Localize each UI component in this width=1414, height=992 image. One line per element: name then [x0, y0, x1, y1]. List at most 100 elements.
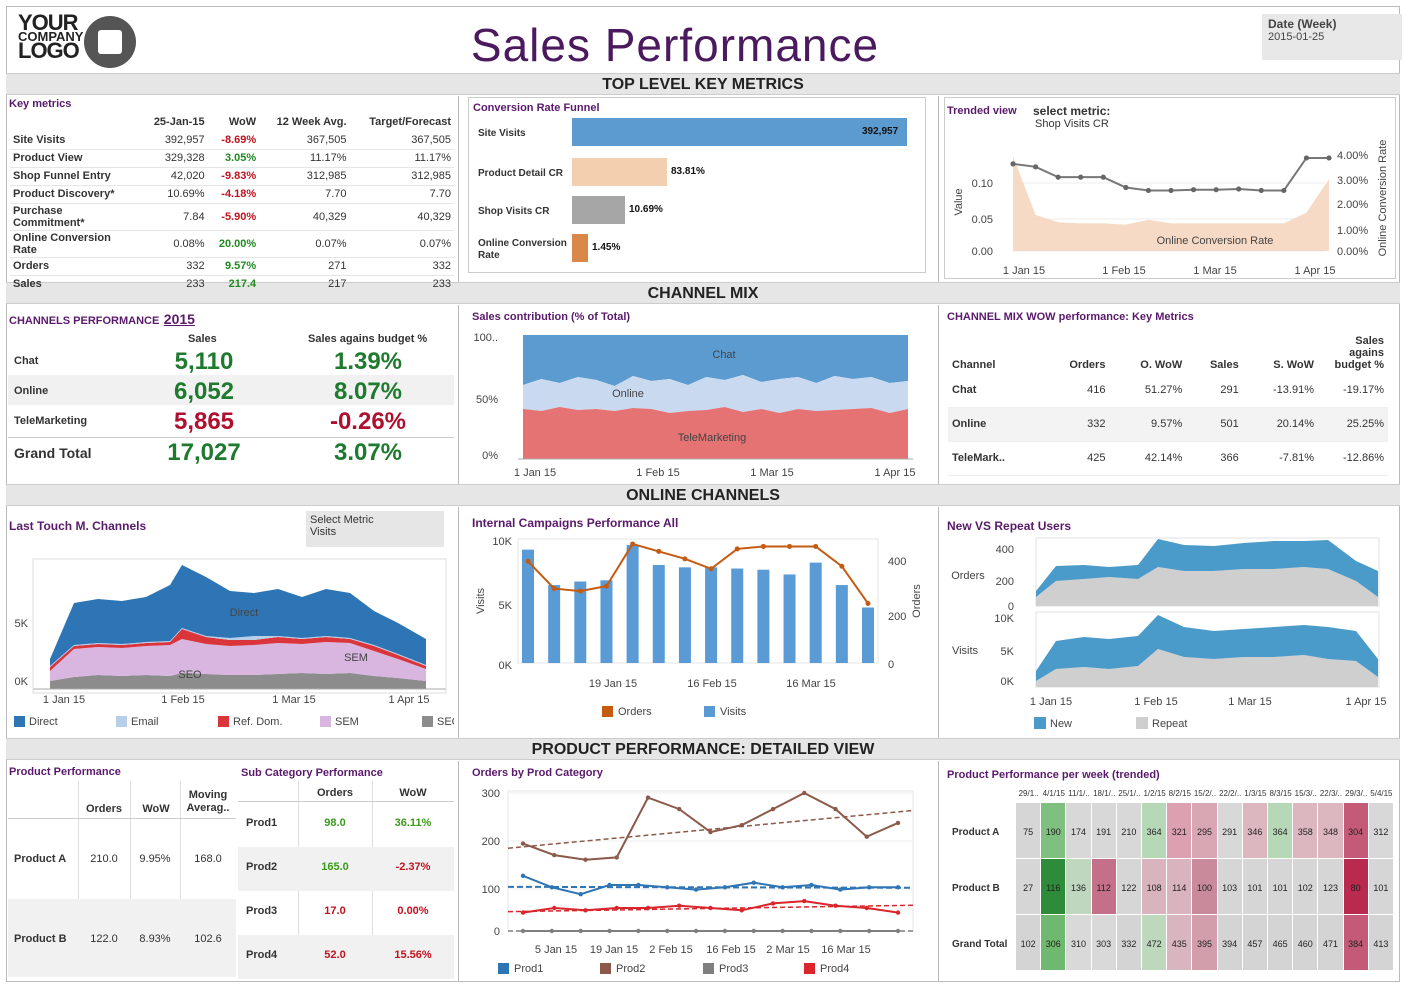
subcat-orders: 98.0	[324, 817, 346, 829]
data-point	[787, 543, 793, 549]
y2-tick-label: 2.00%	[1337, 199, 1368, 211]
data-point	[802, 790, 807, 796]
heatmap-cell: 112	[1091, 859, 1117, 915]
legend-swatch	[1034, 717, 1046, 729]
date-filter-value[interactable]: 2015-01-25	[1268, 31, 1396, 43]
heatmap-value: 304	[1348, 827, 1364, 837]
channel-name: Online	[948, 407, 1042, 442]
heatmap-value: 122	[1121, 883, 1137, 893]
heatmap-value: 174	[1070, 827, 1086, 837]
metric-name: Orders	[10, 257, 140, 276]
data-point	[1010, 161, 1016, 167]
metric-avg: 217	[259, 275, 350, 294]
key-metric-row: Orders 332 9.57% 271 332	[10, 257, 454, 276]
data-point	[1258, 187, 1264, 194]
data-point	[809, 882, 814, 888]
x-tick-label: 16 Mar 15	[821, 944, 871, 956]
legend-label: Orders	[618, 706, 652, 718]
visits-bar	[862, 607, 874, 663]
heatmap-value: 191	[1096, 827, 1112, 837]
data-point	[693, 928, 699, 934]
subcat-wow: -2.37%	[395, 861, 431, 873]
trended-panel: Trended view select metric: Shop Visits …	[944, 97, 1396, 279]
y-axis-label: Orders	[951, 570, 985, 582]
col-header: WoW	[228, 116, 257, 128]
channel-name: TeleMark..	[948, 441, 1042, 476]
data-point	[833, 806, 838, 812]
heatmap-cell: 80	[1343, 859, 1369, 915]
heatmap-cell: 304	[1343, 803, 1369, 859]
data-point	[708, 905, 713, 911]
data-point	[578, 892, 583, 897]
data-point	[751, 880, 756, 885]
mix-value: 366	[1186, 441, 1243, 476]
x-tick-label: 2 Feb 15	[649, 944, 692, 956]
data-point	[770, 806, 776, 812]
legend-label: Prod3	[719, 963, 748, 975]
legend-swatch	[704, 706, 715, 717]
data-point	[1281, 187, 1287, 194]
visits-bar	[600, 580, 613, 663]
week-col-header: 5/4/15	[1370, 789, 1393, 798]
col-header: Target/Forecast	[369, 116, 451, 128]
x-tick-label: 19 Jan 15	[589, 678, 637, 690]
sales-contrib-chart: 100.. 50% 0% 1 Jan 15 1 Feb 15 1 Mar 15 1 Apr …	[474, 332, 916, 479]
data-point	[1326, 155, 1332, 161]
area-label: Online Conversion Rate	[1157, 235, 1274, 247]
data-point	[665, 928, 670, 934]
col-header: Sales	[1209, 359, 1239, 371]
mix-value: 9.57%	[1109, 407, 1187, 442]
heatmap-value: 116	[1046, 883, 1061, 893]
online-area	[523, 375, 908, 413]
week-col-header: 22/2/..	[1219, 789, 1242, 798]
data-point	[770, 901, 776, 906]
visits-bar	[809, 562, 822, 663]
heatmap-value: 295	[1196, 827, 1212, 837]
data-point	[865, 600, 871, 606]
x-tick-label: 1 Feb 15	[161, 694, 204, 706]
channels-perf-year[interactable]: 2015	[164, 311, 195, 327]
data-point	[607, 882, 612, 888]
x-tick-label: 1 Jan 15	[514, 467, 556, 479]
data-point	[739, 908, 744, 913]
funnel-title: Conversion Rate Funnel	[473, 102, 600, 114]
y-tick-label: 0.00	[972, 246, 993, 258]
channel-budget-pct: 1.39%	[333, 348, 403, 375]
data-point	[1213, 187, 1219, 193]
data-point	[552, 905, 557, 911]
y-tick-label: 200	[482, 836, 500, 848]
heatmap-row-label: Grand Total	[952, 939, 1008, 950]
key-metrics-title: Key metrics	[9, 98, 72, 110]
heatmap-value: 100	[1196, 883, 1212, 893]
data-point	[751, 928, 756, 934]
grand-total-pct: 3.07%	[333, 439, 403, 466]
col-header: WoW	[399, 787, 427, 799]
funnel-bar	[572, 158, 667, 186]
subcat-orders: 165.0	[321, 861, 349, 873]
data-point	[722, 885, 728, 890]
x-tick-label: 19 Jan 15	[590, 944, 638, 956]
y2-tick-label: 4.00%	[1337, 150, 1368, 162]
x-tick-label: 1 Mar 15	[1228, 696, 1271, 708]
orders-cat-chart: 300 200 100 0 5 Jan 15 19 Jan 15 2 Feb 15 16 Fe…	[482, 788, 914, 975]
data-point	[760, 543, 766, 549]
visits-bar	[548, 585, 561, 663]
y-tick-label: 10K	[994, 613, 1014, 625]
metric-name: Product View	[10, 149, 140, 168]
data-point	[1100, 174, 1106, 180]
metric-avg: 40,329	[259, 203, 350, 231]
heatmap-cell: 295	[1192, 803, 1218, 859]
metric-avg: 7.70	[259, 185, 350, 204]
product-orders: 210.0	[90, 853, 118, 865]
week-col-header: 1/2/15	[1143, 789, 1166, 798]
heatmap-cell: 332	[1116, 915, 1142, 971]
trended-chart: 0.10 0.05 0.00 4.00% 3.00% 2.00% 1.00% 0.00% Val…	[953, 140, 1389, 277]
section-band-online: ONLINE CHANNELS	[6, 484, 1400, 506]
date-filter[interactable]: Date (Week) 2015-01-25	[1262, 14, 1402, 60]
week-col-header: 29/1..	[1018, 789, 1039, 798]
heatmap-value: 348	[1322, 827, 1338, 837]
week-col-header: 11/1/..	[1068, 789, 1090, 798]
x-tick-label: 1 Mar 15	[272, 694, 315, 706]
heatmap-value: 364	[1146, 827, 1162, 837]
legend-swatch	[320, 716, 331, 727]
